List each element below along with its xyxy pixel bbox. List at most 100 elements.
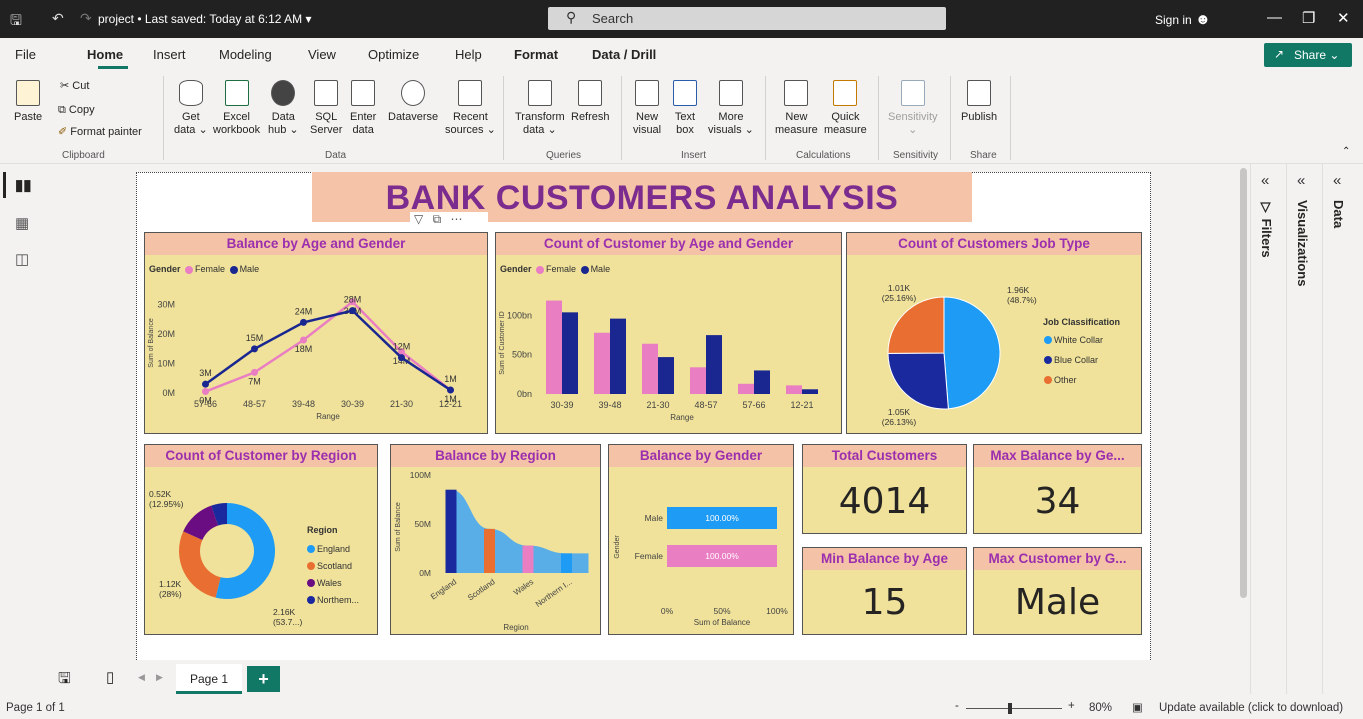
transform-data-button[interactable]: Transform data ⌄ <box>515 80 565 137</box>
y-tick-label: 0bn <box>517 389 532 399</box>
balance-by-region-visual[interactable]: Balance by Region 0M 50M 100M Sum of Balanc… <box>390 444 601 635</box>
sign-in-button[interactable]: Sign in ☻ <box>1155 11 1211 28</box>
filter-icon[interactable]: ▽ <box>414 212 423 226</box>
total-customers-card[interactable]: Total Customers 4014 <box>802 444 967 534</box>
menu-home[interactable]: Home <box>87 47 123 62</box>
project-title[interactable]: project • Last saved: Today at 6:12 AM ▾ <box>98 12 311 26</box>
text-box-button[interactable]: Text box <box>673 80 697 137</box>
group-calculations: Calculations <box>796 150 851 161</box>
balance-by-gender-visual[interactable]: Balance by Gender Gender Male 100.00% Femal… <box>608 444 794 635</box>
collapse-filters-icon[interactable]: « <box>1261 172 1269 189</box>
min-balance-card[interactable]: Min Balance by Age 15 <box>802 547 967 635</box>
next-page-icon[interactable]: ▶ <box>156 672 163 683</box>
format-painter-button[interactable]: ✐ Format painter <box>58 126 142 139</box>
search-placeholder: Search <box>592 11 634 26</box>
filters-pane[interactable]: « ▽ Filters <box>1250 164 1286 694</box>
menu-file[interactable]: File <box>15 47 36 62</box>
fit-to-page-icon[interactable]: ▣ <box>1132 700 1143 714</box>
publish-button[interactable]: Publish <box>961 80 997 124</box>
balance-by-age-gender-visual[interactable]: Balance by Age and Gender Gender Female … <box>144 232 488 434</box>
data-label: 24M <box>295 306 313 316</box>
job-type-visual[interactable]: Count of Customers Job Type 1.96K (48.7%)… <box>846 232 1142 434</box>
focus-mode-icon[interactable]: ⧉ <box>433 212 442 226</box>
undo-icon[interactable]: ↶ <box>52 10 64 27</box>
recent-sources-button[interactable]: Recent sources ⌄ <box>445 80 496 137</box>
legend-dot-male <box>229 265 238 274</box>
redo-icon[interactable]: ↷ <box>80 10 92 27</box>
menu-insert[interactable]: Insert <box>153 47 186 62</box>
get-data-button[interactable]: Get data ⌄ <box>174 80 208 137</box>
dataverse-button[interactable]: Dataverse <box>388 80 438 124</box>
menu-optimize[interactable]: Optimize <box>368 47 419 62</box>
max-customer-card[interactable]: Max Customer by G... Male <box>973 547 1142 635</box>
x-tick-label: England <box>429 577 458 601</box>
search-box[interactable]: ⚲ Search <box>548 7 946 30</box>
slice-percent: (25.16%) <box>882 293 917 303</box>
minimize-icon[interactable]: — <box>1267 9 1282 26</box>
zoom-slider-thumb[interactable] <box>1008 703 1012 714</box>
page-tab[interactable]: Page 1 <box>176 664 242 694</box>
y-tick-label: 100bn <box>507 310 532 320</box>
slice-percent: (26.13%) <box>882 417 917 427</box>
more-options-icon[interactable]: ⋯ <box>451 212 463 226</box>
menu-format[interactable]: Format <box>514 47 558 62</box>
copy-button[interactable]: ⧉ Copy <box>58 104 95 117</box>
slice-percent: (12.95%) <box>149 499 184 509</box>
sql-icon <box>314 80 339 106</box>
slice-label: 0.52K <box>149 489 172 499</box>
pie-slice-white-collar <box>943 296 1001 410</box>
add-page-button[interactable]: + <box>247 666 280 692</box>
new-visual-button[interactable]: New visual <box>633 80 661 137</box>
visualizations-pane[interactable]: « Visualizations <box>1286 164 1322 694</box>
paste-button[interactable]: Paste <box>14 80 42 124</box>
canvas-scrollbar[interactable] <box>1240 168 1247 598</box>
restore-icon[interactable]: ❐ <box>1302 9 1315 27</box>
desktop-layout-icon[interactable]: 🖫 <box>58 668 71 693</box>
collapse-data-icon[interactable]: « <box>1333 172 1341 189</box>
excel-icon <box>224 80 249 106</box>
legend-item: Northem... <box>317 595 359 605</box>
sql-server-button[interactable]: SQL Server <box>310 80 342 137</box>
excel-workbook-button[interactable]: Excel workbook <box>213 80 260 137</box>
mobile-layout-icon[interactable]: ▯ <box>106 668 114 686</box>
x-tick-label: 0% <box>661 606 674 616</box>
menu-data-drill[interactable]: Data / Drill <box>592 47 656 62</box>
enter-data-button[interactable]: Enter data <box>350 80 376 137</box>
visual-title: Balance by Gender <box>609 445 793 467</box>
table-view-icon[interactable]: ▦ <box>15 214 29 232</box>
quick-measure-button[interactable]: Quick measure <box>824 80 867 137</box>
collapse-ribbon-icon[interactable]: ⌃ <box>1342 146 1350 157</box>
status-bar: Page 1 of 1 - + 80% ▣ Update available (… <box>0 698 1363 719</box>
save-icon[interactable]: 🖫 <box>10 10 22 34</box>
page-count: Page 1 of 1 <box>6 702 65 714</box>
quick-measure-icon <box>833 80 858 106</box>
prev-page-icon[interactable]: ◀ <box>138 672 145 683</box>
menu-help[interactable]: Help <box>455 47 482 62</box>
cut-button[interactable]: ✂ Cut <box>60 80 89 93</box>
x-axis-title: Sum of Balance <box>694 618 751 627</box>
data-hub-button[interactable]: Data hub ⌄ <box>268 80 299 137</box>
menu-view[interactable]: View <box>308 47 336 62</box>
max-balance-card[interactable]: Max Balance by Ge... 34 <box>973 444 1142 534</box>
zoom-out-icon[interactable]: - <box>955 700 959 712</box>
bar-female <box>642 343 658 394</box>
more-visuals-button[interactable]: More visuals ⌄ <box>708 80 754 137</box>
report-view-icon[interactable]: ▮▮ <box>15 176 32 194</box>
collapse-visualizations-icon[interactable]: « <box>1297 172 1305 189</box>
menu-modeling[interactable]: Modeling <box>219 47 272 62</box>
model-view-icon[interactable]: ◫ <box>15 250 29 268</box>
share-button[interactable]: ↗ Share ⌄ <box>1264 43 1352 67</box>
new-measure-button[interactable]: New measure <box>775 80 818 137</box>
count-by-age-gender-visual[interactable]: Count of Customer by Age and Gender Gend… <box>495 232 842 434</box>
sensitivity-button[interactable]: Sensitivity ⌄ <box>888 80 938 137</box>
pie-slice-other <box>887 296 945 354</box>
data-pane[interactable]: « Data <box>1322 164 1363 694</box>
zoom-slider[interactable] <box>966 708 1062 709</box>
zoom-in-icon[interactable]: + <box>1068 700 1075 712</box>
refresh-button[interactable]: Refresh <box>571 80 610 124</box>
data-label: 0M <box>199 396 212 406</box>
data-label: 28M <box>344 295 362 305</box>
update-notice[interactable]: Update available (click to download) <box>1159 702 1343 714</box>
close-icon[interactable]: ✕ <box>1337 9 1350 27</box>
region-donut-visual[interactable]: Count of Customer by Region 2.16K (53.7..… <box>144 444 378 635</box>
